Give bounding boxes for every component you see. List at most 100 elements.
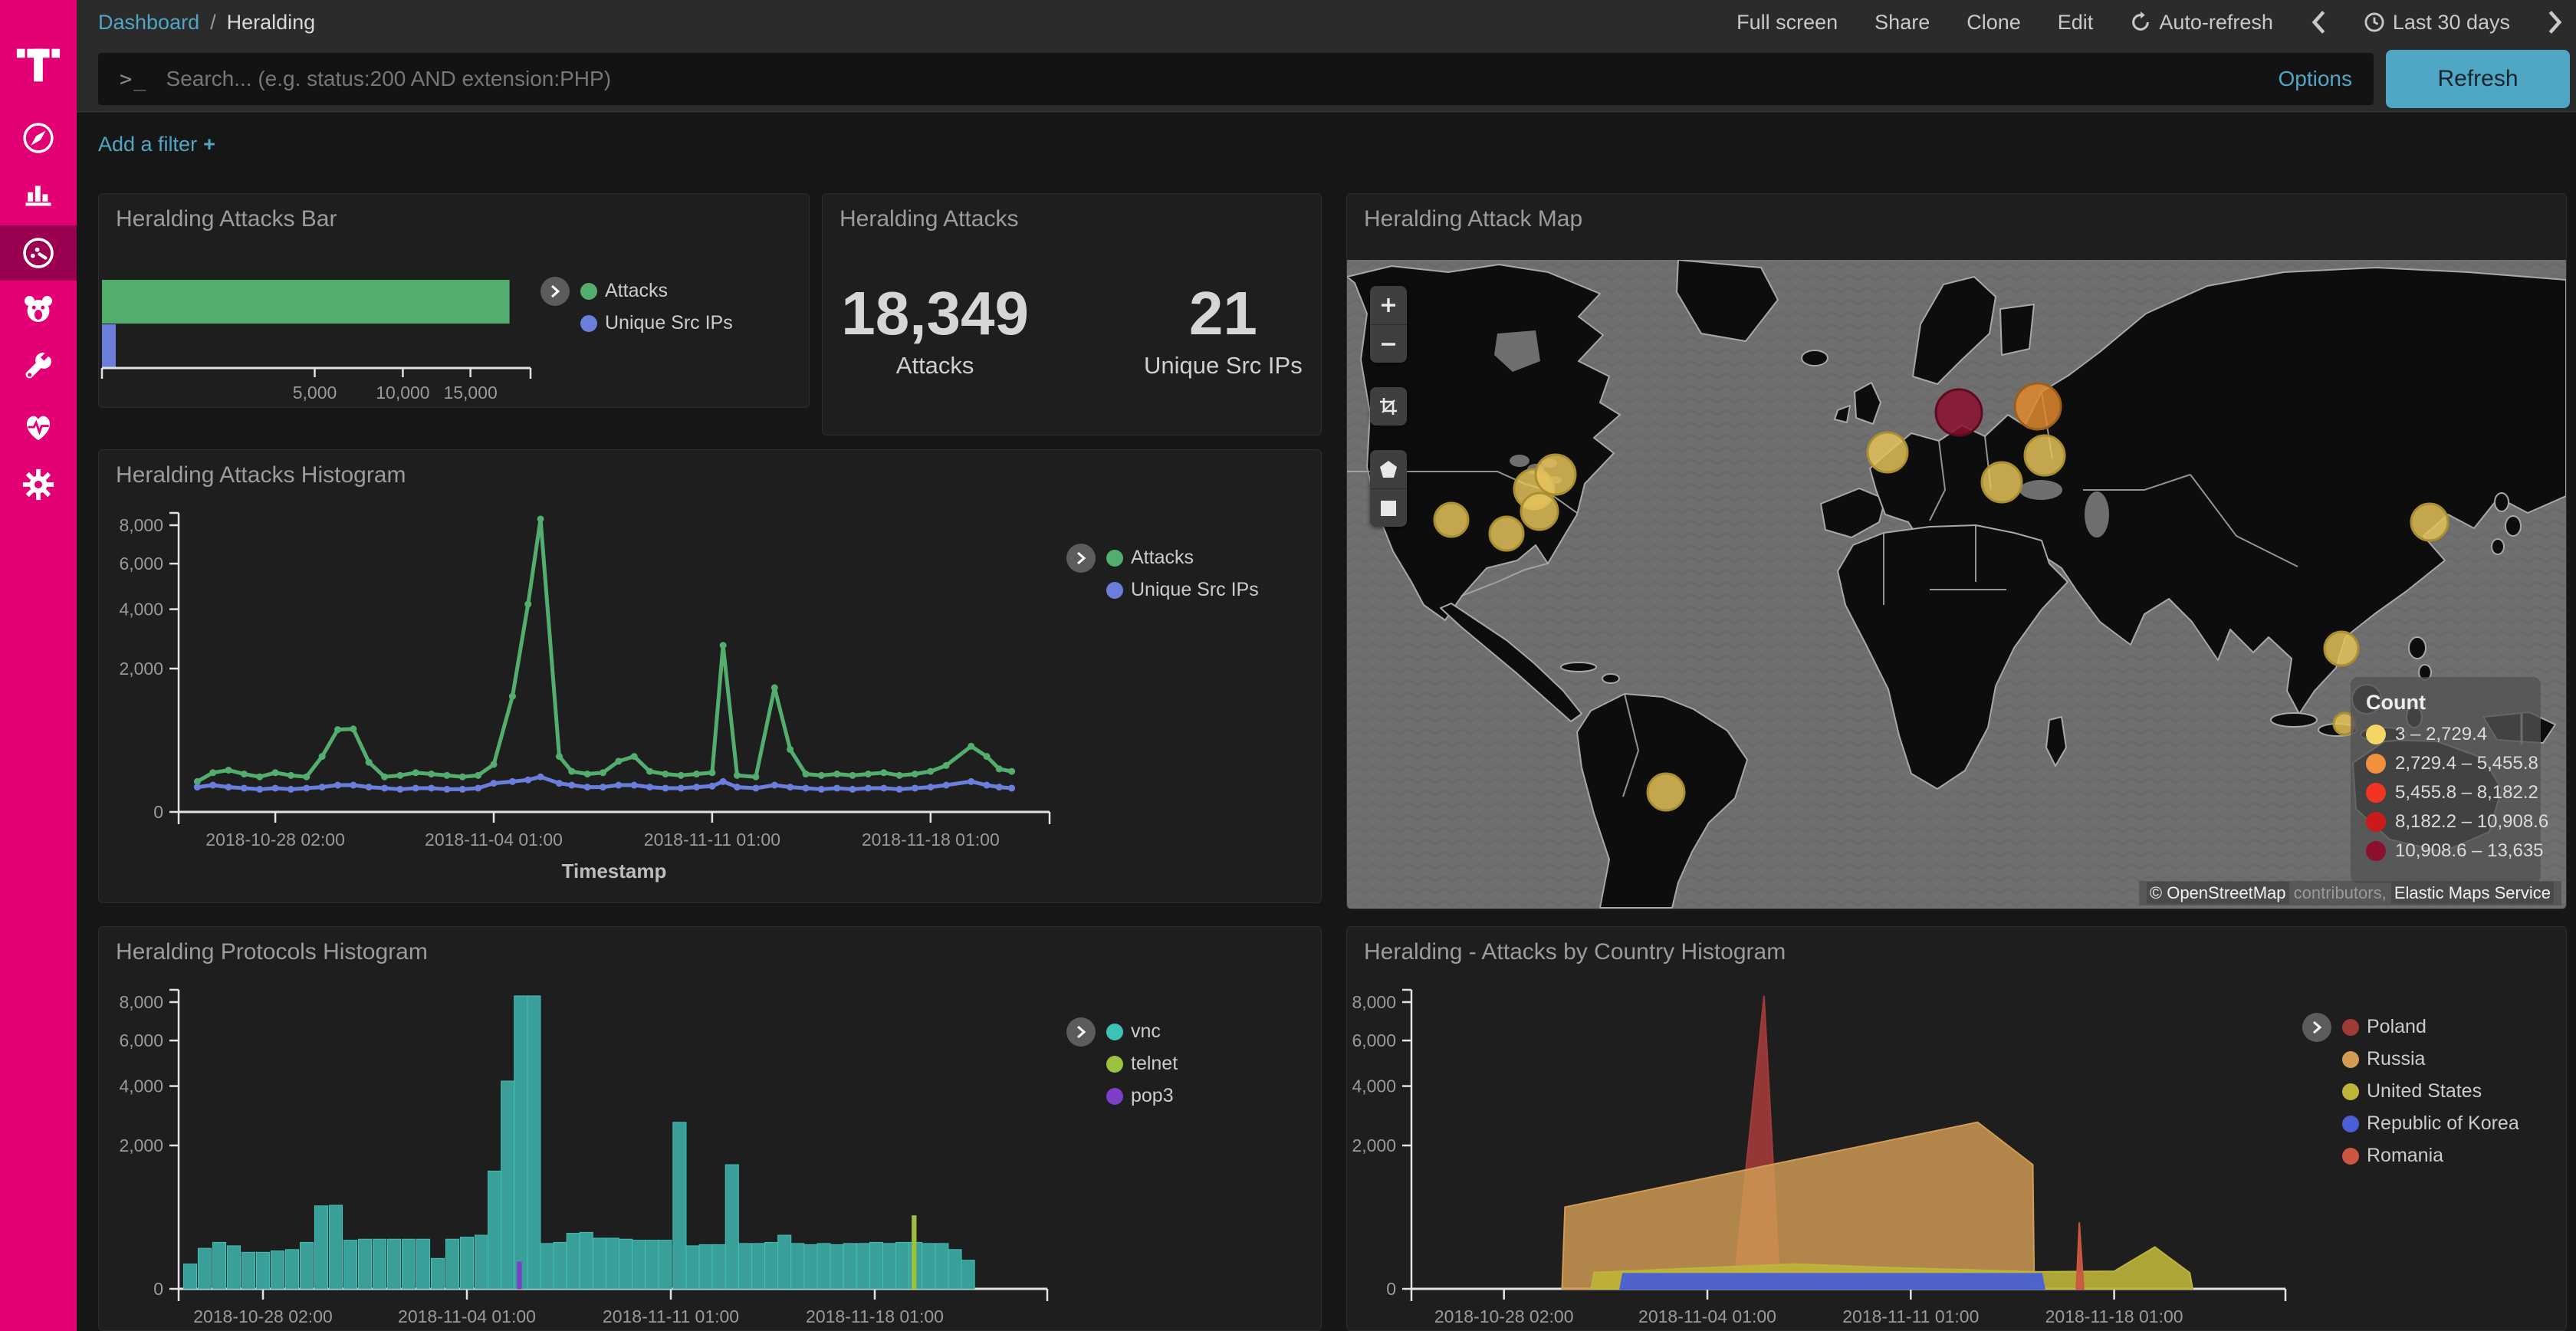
svg-text:8,000: 8,000: [1352, 992, 1396, 1012]
attack-bubble-united-states[interactable]: [1521, 493, 1558, 530]
svg-text:2018-11-11 01:00: 2018-11-11 01:00: [603, 1306, 739, 1326]
panel-title: Heralding Protocols Histogram: [116, 939, 428, 965]
legend-item-united-states[interactable]: United States: [2342, 1080, 2519, 1103]
breadcrumb-dashboard-link[interactable]: Dashboard: [98, 11, 199, 35]
sidebar-item-management[interactable]: [0, 457, 77, 512]
topbar: Dashboard / Heralding Full screenShareCl…: [77, 0, 2576, 44]
kibana-dashboard: Dashboard / Heralding Full screenShareCl…: [0, 0, 2576, 1331]
map-attribution: © OpenStreetMap contributors, Elastic Ma…: [2139, 881, 2561, 905]
svg-text:6,000: 6,000: [119, 1030, 163, 1050]
legend-dot: [580, 283, 597, 300]
sidebar-item-visualize[interactable]: [0, 166, 77, 221]
legend-item-pop3[interactable]: pop3: [1106, 1085, 1178, 1107]
legend-dot: [2342, 1083, 2359, 1100]
legend-toggle-button[interactable]: [1066, 1017, 1096, 1047]
legend-item-telnet[interactable]: telnet: [1106, 1053, 1178, 1075]
svg-text:2,000: 2,000: [1352, 1135, 1396, 1155]
panel-title: Heralding Attacks: [840, 206, 1018, 232]
bucket-dot: [2366, 754, 2386, 774]
legend-toggle-button[interactable]: [1066, 544, 1096, 573]
legend-item-romania[interactable]: Romania: [2342, 1145, 2519, 1167]
auto-refresh-button[interactable]: Auto-refresh: [2130, 11, 2273, 35]
legend-label: pop3: [1131, 1085, 1174, 1107]
legend-dot: [1106, 582, 1123, 599]
legend-item-republic-of-korea[interactable]: Republic of Korea: [2342, 1112, 2519, 1135]
sidebar-item-discover[interactable]: [0, 110, 77, 166]
map-count-legend: Count 3 – 2,729.42,729.4 – 5,455.85,455.…: [2351, 677, 2541, 883]
legend-item-attacks[interactable]: Attacks: [1106, 547, 1259, 569]
time-back-button[interactable]: [2310, 10, 2327, 35]
attack-bubble-republic-of-korea[interactable]: [2411, 504, 2448, 541]
time-forward-button[interactable]: [2547, 10, 2564, 35]
legend-dot: [1106, 1024, 1123, 1040]
draw-polygon-button[interactable]: [1370, 450, 1407, 488]
world-map[interactable]: Count 3 – 2,729.42,729.4 – 5,455.85,455.…: [1347, 260, 2566, 909]
osm-link[interactable]: © OpenStreetMap: [2147, 882, 2289, 904]
legend-item-poland[interactable]: Poland: [2342, 1016, 2519, 1038]
topbar-action-share[interactable]: Share: [1875, 11, 1930, 35]
ems-link[interactable]: Elastic Maps Service: [2391, 882, 2554, 904]
search-input[interactable]: >_ Search... (e.g. status:200 AND extens…: [98, 53, 2374, 105]
chart-legend: Attacks Unique Src IPs: [540, 277, 733, 334]
draw-rectangle-button[interactable]: [1370, 488, 1407, 527]
map-legend-row: 8,182.2 – 10,908.6: [2366, 811, 2525, 833]
sidebar-item-monitoring[interactable]: [0, 399, 77, 455]
topbar-action-edit[interactable]: Edit: [2058, 11, 2094, 35]
heartbeat-icon: [21, 409, 56, 445]
panel-attacks-metric: Heralding Attacks 18,349 Attacks 21 Uniq…: [822, 193, 1322, 435]
legend-item-russia[interactable]: Russia: [2342, 1048, 2519, 1070]
attack-bubble-poland[interactable]: [1936, 389, 1982, 435]
attack-bubble-united-states[interactable]: [1536, 455, 1576, 495]
svg-text:8,000: 8,000: [119, 515, 163, 535]
legend-item-vnc[interactable]: vnc: [1106, 1020, 1178, 1043]
add-filter-link[interactable]: Add a filter+: [98, 133, 215, 156]
sidebar-item-dashboard[interactable]: [0, 225, 77, 281]
legend-label: Poland: [2367, 1016, 2426, 1038]
legend-toggle-button[interactable]: [2302, 1013, 2331, 1042]
svg-text:2,000: 2,000: [119, 1135, 163, 1155]
attacks-line-chart[interactable]: 02,0004,0006,0008,0002018-10-28 02:00201…: [99, 450, 1322, 903]
time-range-button[interactable]: Last 30 days: [2364, 11, 2510, 35]
zoom-out-button[interactable]: [1370, 324, 1407, 363]
panel-attacks-bar: Heralding Attacks Bar 5,00010,00015,000 …: [98, 193, 810, 408]
legend-item-unique-src-ips[interactable]: Unique Src IPs: [1106, 579, 1259, 601]
attack-bubble-ukraine[interactable]: [2025, 435, 2065, 475]
attack-bubble-united-states[interactable]: [1434, 503, 1468, 537]
bucket-dot: [2366, 783, 2386, 803]
fit-bounds-button[interactable]: [1370, 387, 1407, 426]
legend-toggle-button[interactable]: [540, 277, 570, 306]
topbar-action-full-screen[interactable]: Full screen: [1737, 11, 1838, 35]
topbar-action-clone[interactable]: Clone: [1967, 11, 2021, 35]
legend-item-unique-src-ips[interactable]: Unique Src IPs: [580, 312, 733, 334]
bear-icon: [21, 292, 56, 327]
square-icon: [1378, 498, 1398, 518]
sidebar-item-honeypot[interactable]: [0, 282, 77, 337]
bucket-dot: [2366, 812, 2386, 832]
attack-bubble-brazil[interactable]: [1648, 774, 1684, 810]
legend-item-attacks[interactable]: Attacks: [580, 280, 733, 302]
legend-label: Unique Src IPs: [605, 312, 733, 334]
attack-bubble-united-states[interactable]: [1490, 517, 1523, 550]
plus-icon: +: [203, 133, 215, 156]
sidebar: [0, 0, 77, 1331]
legend-label: telnet: [1131, 1053, 1178, 1075]
attack-bubble-france[interactable]: [1868, 432, 1907, 472]
refresh-button[interactable]: Refresh: [2386, 50, 2570, 108]
attack-bubble-vietnam[interactable]: [2325, 632, 2358, 666]
legend-label: Attacks: [1131, 547, 1194, 569]
attack-bubble-russia[interactable]: [2015, 383, 2061, 429]
bucket-dot: [2366, 841, 2386, 861]
legend-label: Attacks: [605, 280, 668, 302]
panel-title: Heralding Attacks Histogram: [116, 462, 406, 488]
zoom-in-button[interactable]: [1370, 286, 1407, 324]
t-logo-icon: [15, 41, 62, 89]
panel-protocols-histogram: Heralding Protocols Histogram 02,0004,00…: [98, 926, 1322, 1331]
panel-title: Heralding Attacks Bar: [116, 206, 337, 232]
sidebar-item-dev-tools[interactable]: [0, 340, 77, 396]
attack-bubble-romania[interactable]: [1982, 462, 2022, 502]
t-mobile-logo[interactable]: [0, 23, 77, 107]
protocols-bar-chart[interactable]: 02,0004,0006,0008,0002018-10-28 02:00201…: [99, 927, 1322, 1331]
chevron-right-icon: [2547, 10, 2564, 35]
bucket-dot: [2366, 725, 2386, 744]
search-options-link[interactable]: Options: [2279, 67, 2353, 91]
